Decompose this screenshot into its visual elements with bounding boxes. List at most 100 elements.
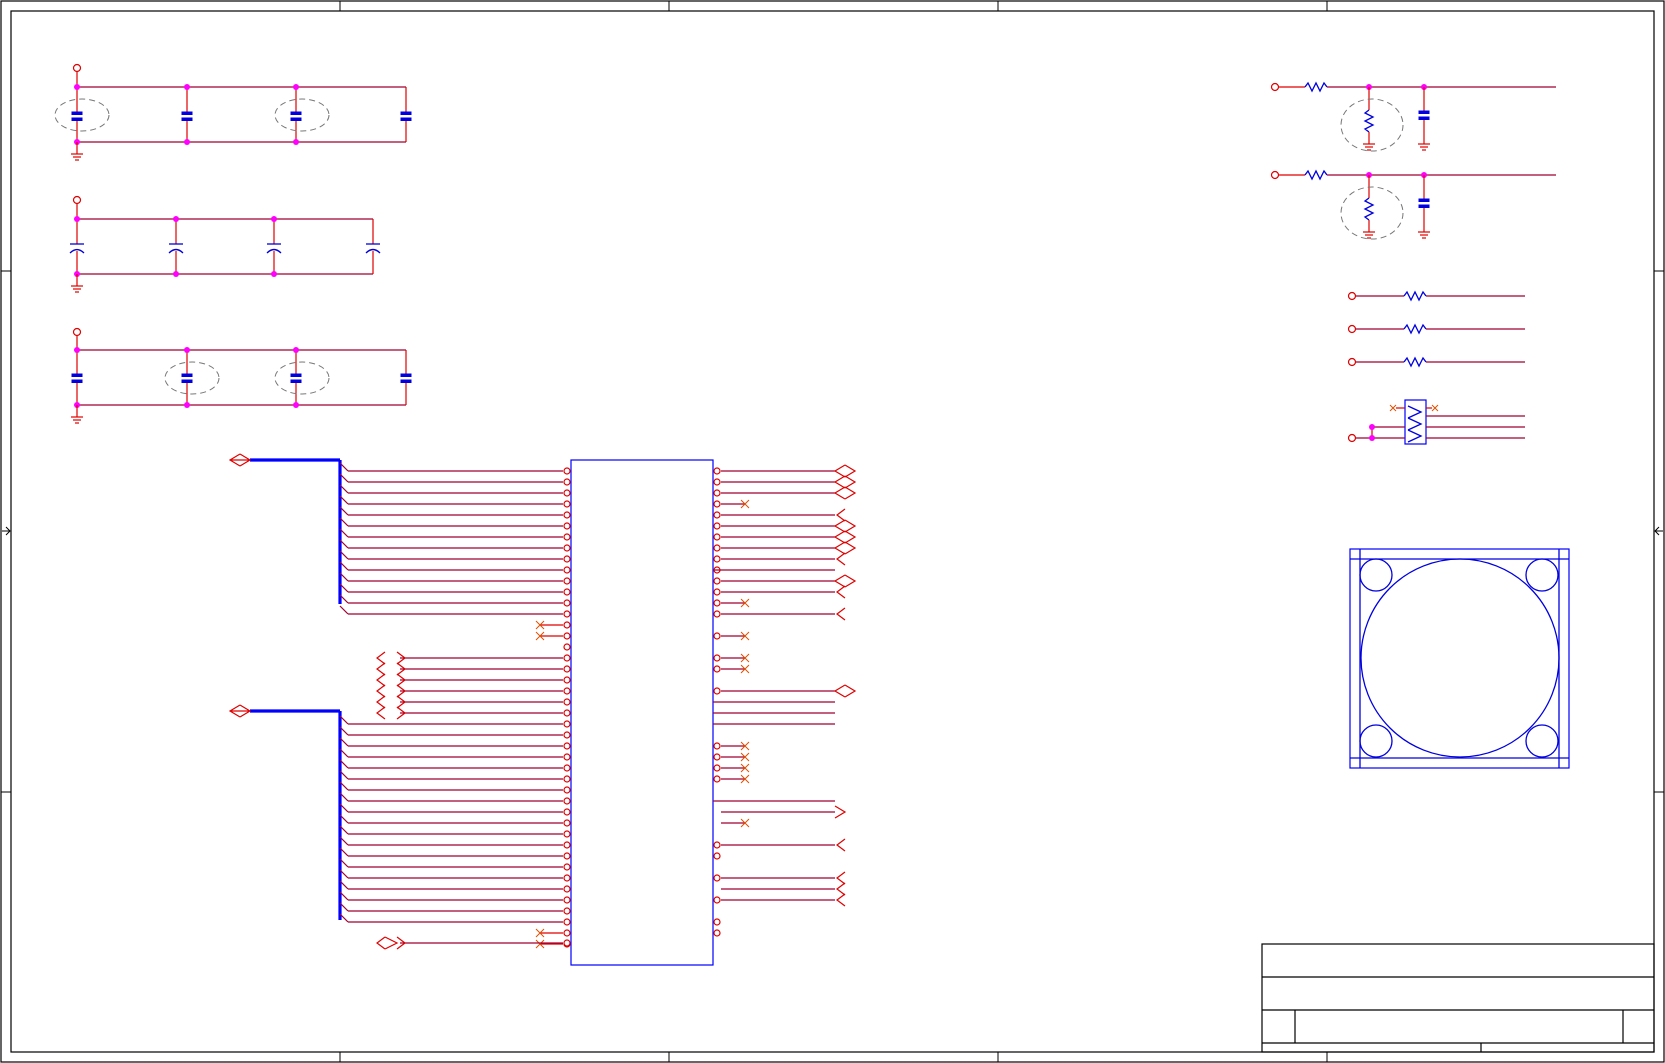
ic-pin-right-36[interactable] <box>713 852 721 860</box>
ic-pin-right-11[interactable] <box>713 577 721 585</box>
ground-symbol <box>71 274 83 293</box>
ic-pin-right-2[interactable] <box>713 478 721 486</box>
ic-pin-left-25[interactable] <box>563 731 571 739</box>
ic-pin-left-31[interactable] <box>563 797 571 805</box>
capacitor-c1[interactable] <box>71 87 83 142</box>
ic-pin-left-4[interactable] <box>563 500 571 508</box>
bus-2[interactable] <box>228 704 342 920</box>
ic-pin-left-41[interactable] <box>563 907 571 915</box>
ic-body[interactable] <box>570 459 714 966</box>
capacitor-c6[interactable] <box>168 219 184 274</box>
ic-pin-left-3[interactable] <box>563 489 571 497</box>
series-resistor-2[interactable] <box>1347 323 1526 335</box>
ic-pin-left-24[interactable] <box>563 720 571 728</box>
bus-entries <box>339 462 563 949</box>
decoupling-bank-3 <box>71 327 412 424</box>
ic-pin-right-1[interactable] <box>713 467 721 475</box>
mounting-hole-icon <box>1525 724 1559 758</box>
ic-pin-left-2[interactable] <box>563 478 571 486</box>
resistor-array[interactable] <box>1347 399 1526 445</box>
ic-pin-left-6[interactable] <box>563 522 571 530</box>
capacitor-c11[interactable] <box>290 350 302 405</box>
capacitor-c5[interactable] <box>69 219 85 274</box>
ic-pin-left-28[interactable] <box>563 764 571 772</box>
rc-filter-2[interactable] <box>1270 169 1557 240</box>
ic-pin-left-37[interactable] <box>563 863 571 871</box>
capacitor-c4[interactable] <box>400 87 412 142</box>
ic-pin-left-39[interactable] <box>563 885 571 893</box>
ic-pin-right-26[interactable] <box>713 742 721 750</box>
ic-pin-left-12[interactable] <box>563 588 571 596</box>
ic-pin-right-21[interactable] <box>713 687 721 695</box>
ic-pin-right-18[interactable] <box>713 654 721 662</box>
ic-pin-right-6[interactable] <box>713 522 721 530</box>
series-resistor-1[interactable] <box>1347 290 1526 302</box>
ic-pin-left-18[interactable] <box>563 654 571 662</box>
ic-pin-right-27[interactable] <box>713 753 721 761</box>
ic-pin-right-40[interactable] <box>713 896 721 904</box>
capacitor-c8[interactable] <box>365 219 381 274</box>
ic-pin-right-42[interactable] <box>713 918 721 926</box>
ic-pin-left-5[interactable] <box>563 511 571 519</box>
bus-1[interactable] <box>228 453 342 604</box>
ic-pin-right-35[interactable] <box>713 841 721 849</box>
ic-pin-right-28[interactable] <box>713 764 721 772</box>
ic-pin-left-15[interactable] <box>563 621 571 629</box>
ic-pin-right-8[interactable] <box>713 544 721 552</box>
ic-pin-left-7[interactable] <box>563 533 571 541</box>
ic-pin-left-13[interactable] <box>563 599 571 607</box>
ic-pin-right-43[interactable] <box>713 929 721 937</box>
ic-pin-left-11[interactable] <box>563 577 571 585</box>
ic-pin-left-30[interactable] <box>563 786 571 794</box>
ic-pin-left-34[interactable] <box>563 830 571 838</box>
ic-pin-right-29[interactable] <box>713 775 721 783</box>
ic-pin-right-3[interactable] <box>713 489 721 497</box>
ic-pin-left-16[interactable] <box>563 632 571 640</box>
ic-pin-left-43[interactable] <box>563 929 571 937</box>
capacitor-c10[interactable] <box>181 350 193 405</box>
ic-pin-left-33[interactable] <box>563 819 571 827</box>
ic-pin-right-14[interactable] <box>713 610 721 618</box>
ic-pin-left-26[interactable] <box>563 742 571 750</box>
ic-pin-left-21[interactable] <box>563 687 571 695</box>
mounting-hole-icon <box>1359 558 1393 592</box>
ic-pin-right-13[interactable] <box>713 599 721 607</box>
ic-pin-left-23[interactable] <box>563 709 571 717</box>
ic-pin-right-5[interactable] <box>713 511 721 519</box>
ic-pin-left-38[interactable] <box>563 874 571 882</box>
ic-pin-right-38[interactable] <box>713 874 721 882</box>
ic-pin-left-29[interactable] <box>563 775 571 783</box>
ic-pin-left-27[interactable] <box>563 753 571 761</box>
ic-pin-left-35[interactable] <box>563 841 571 849</box>
ic-pin-left-1[interactable] <box>563 467 571 475</box>
ic-pin-right-12[interactable] <box>713 588 721 596</box>
ic-pin-left-14[interactable] <box>563 610 571 618</box>
ic-pin-left-40[interactable] <box>563 896 571 904</box>
ic-pin-left-36[interactable] <box>563 852 571 860</box>
ic-pin-left-20[interactable] <box>563 676 571 684</box>
ic-pin-left-19[interactable] <box>563 665 571 673</box>
ic-pin-left-8[interactable] <box>563 544 571 552</box>
ic-pin-right-19[interactable] <box>713 665 721 673</box>
ic-pin-left-10[interactable] <box>563 566 571 574</box>
ic-pin-left-17[interactable] <box>563 643 571 651</box>
capacitor-c9[interactable] <box>71 350 83 405</box>
rc-filter-1[interactable] <box>1270 81 1557 152</box>
ic-pin-left-22[interactable] <box>563 698 571 706</box>
ic-pins <box>563 467 721 948</box>
ic-pin-right-7[interactable] <box>713 533 721 541</box>
ic-pin-left-9[interactable] <box>563 555 571 563</box>
capacitor-c7[interactable] <box>266 219 282 274</box>
ic-pin-right-4[interactable] <box>713 500 721 508</box>
schematic-sheet <box>0 0 1665 1063</box>
ic-pin-left-32[interactable] <box>563 808 571 816</box>
ic-pin-right-16[interactable] <box>713 632 721 640</box>
capacitor-c3[interactable] <box>290 87 302 142</box>
series-resistor-3[interactable] <box>1347 356 1526 368</box>
mounting-footprint <box>1349 548 1570 769</box>
capacitor-c2[interactable] <box>181 87 193 142</box>
capacitor-c12[interactable] <box>400 350 412 405</box>
ic-pin-right-9[interactable] <box>713 555 721 563</box>
sheet-border <box>0 0 1665 1063</box>
ic-pin-left-42[interactable] <box>563 918 571 926</box>
